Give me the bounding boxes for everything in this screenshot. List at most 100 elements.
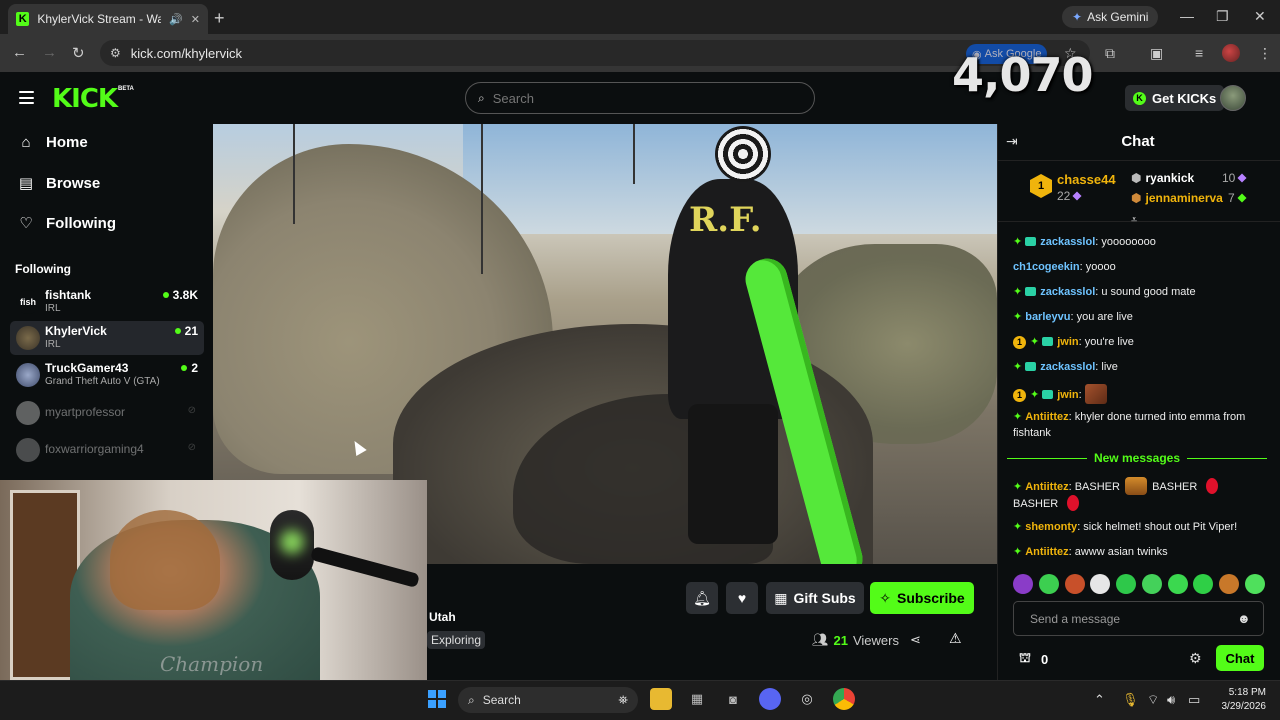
channel-points[interactable]: ⛫ 0 bbox=[1019, 650, 1048, 668]
chat-input-box[interactable] bbox=[1013, 601, 1264, 636]
leaderboard-second-name[interactable]: ⬢ ryankick bbox=[1131, 171, 1194, 185]
minimize-icon[interactable]: — bbox=[1180, 8, 1194, 24]
collapse-chat-icon[interactable]: ⇥ bbox=[1006, 133, 1018, 150]
quick-emote[interactable] bbox=[1244, 574, 1265, 594]
notification-bell-button[interactable]: 🔔︎ bbox=[686, 582, 718, 614]
discord-icon[interactable] bbox=[759, 688, 781, 710]
quick-emote[interactable] bbox=[1090, 574, 1111, 594]
expand-leaderboard-icon[interactable]: ⩡ bbox=[1131, 214, 1137, 227]
followed-channel-truckgamer43[interactable]: TruckGamer43 Grand Theft Auto V (GTA) 2 bbox=[10, 358, 204, 392]
video-fence-post bbox=[293, 124, 295, 224]
close-window-icon[interactable]: ✕ bbox=[1254, 8, 1266, 25]
leaderboard-third-name[interactable]: ⬢ jennaminerva bbox=[1131, 191, 1223, 205]
new-tab-button[interactable]: + bbox=[214, 8, 225, 29]
nav-home[interactable]: ⌂ Home bbox=[18, 134, 87, 151]
restore-icon[interactable]: ❐ bbox=[1216, 8, 1229, 25]
browser-menu-icon[interactable]: ⋮ bbox=[1258, 45, 1272, 62]
kick-logo[interactable]: KICK bbox=[52, 84, 118, 114]
og-badge-icon: ✦ bbox=[1013, 411, 1023, 423]
stream-category-tag[interactable]: Exploring bbox=[427, 631, 486, 649]
channel-avatar bbox=[16, 363, 40, 387]
user-avatar[interactable] bbox=[1220, 85, 1246, 111]
og-badge-icon: ✦ bbox=[1013, 311, 1023, 323]
browser-profile-avatar[interactable] bbox=[1222, 44, 1240, 62]
quick-emote[interactable] bbox=[1141, 574, 1162, 594]
new-messages-divider[interactable]: New messages bbox=[1007, 451, 1267, 465]
site-info-icon[interactable]: ⚙ bbox=[110, 46, 121, 60]
sub-badge-icon bbox=[1042, 390, 1054, 399]
obs-icon[interactable]: ◎ bbox=[796, 688, 818, 710]
back-icon[interactable]: ← bbox=[12, 44, 27, 61]
forward-icon[interactable]: → bbox=[42, 44, 57, 61]
followed-channel-myartprofessor[interactable]: myartprofessor ⊘ bbox=[10, 396, 204, 430]
calculator-icon[interactable]: ▦ bbox=[686, 688, 708, 710]
quick-emote-bar bbox=[1013, 574, 1265, 596]
site-search[interactable]: ⌕ bbox=[465, 82, 815, 114]
windows-taskbar bbox=[0, 680, 1280, 720]
viewer-count-label: Viewers bbox=[852, 632, 899, 648]
extensions-icon[interactable]: ⧉ bbox=[1105, 45, 1115, 62]
url-text: kick.com/khylervick bbox=[130, 45, 243, 61]
live-dot-icon bbox=[162, 292, 169, 298]
ask-gemini-button[interactable]: ✦ Ask Gemini bbox=[1062, 6, 1159, 28]
emoji-picker-icon[interactable]: ☻ bbox=[1237, 611, 1251, 626]
followed-channel-fishtank[interactable]: fish fishtank IRL 3.8K bbox=[10, 285, 204, 319]
reload-icon[interactable]: ↻ bbox=[72, 44, 85, 62]
nav-following[interactable]: ♡ Following bbox=[18, 214, 116, 233]
gift-subs-label: Gift Subs bbox=[793, 590, 856, 606]
leaderboard-first-name[interactable]: chasse44 bbox=[1057, 172, 1116, 187]
sidepanel-icon[interactable]: ▣ bbox=[1150, 45, 1163, 62]
tray-overflow-icon[interactable]: ⌃ bbox=[1094, 692, 1105, 708]
quick-emote[interactable] bbox=[1116, 574, 1137, 594]
hamburger-menu-icon[interactable] bbox=[19, 91, 34, 104]
quick-emote[interactable] bbox=[1167, 574, 1188, 594]
url-field[interactable]: ⚙ kick.com/khylervick bbox=[100, 40, 1090, 66]
channel-name: TruckGamer43 bbox=[45, 361, 129, 375]
quick-emote[interactable] bbox=[1219, 574, 1240, 594]
webcam-overlay: Champion bbox=[0, 480, 427, 680]
media-icon[interactable]: ≡ bbox=[1195, 45, 1203, 61]
subscribe-button[interactable]: ✧ Subscribe bbox=[870, 582, 974, 614]
taskbar-search-label: Search bbox=[482, 693, 521, 707]
chat-message: ✦ Antiittez: awww asian twinks bbox=[1013, 546, 1168, 558]
file-explorer-icon[interactable] bbox=[650, 688, 672, 710]
followed-channel-khylervick[interactable]: KhylerVick IRL 21 bbox=[10, 321, 204, 355]
system-clock[interactable]: 5:18 PM 3/29/2026 bbox=[1218, 686, 1267, 714]
quick-emote[interactable] bbox=[1193, 574, 1214, 594]
battery-icon[interactable]: ▭ bbox=[1188, 692, 1200, 708]
send-chat-button[interactable]: Chat bbox=[1216, 645, 1264, 671]
offline-icon: ⊘ bbox=[187, 442, 196, 453]
channel-viewers: 21 bbox=[174, 324, 198, 338]
browser-tab[interactable]: K KhylerVick Stream - Watch Live 🔊 ✕ bbox=[8, 4, 208, 34]
viewers-icon: 👥︎ bbox=[812, 632, 829, 647]
speaker-icon[interactable]: 🔊 bbox=[169, 13, 183, 26]
quick-emote[interactable] bbox=[1064, 574, 1085, 594]
get-kicks-button[interactable]: K Get KICKs bbox=[1125, 85, 1225, 111]
close-tab-icon[interactable]: ✕ bbox=[191, 13, 200, 26]
nav-browse[interactable]: ▤ Browse bbox=[18, 174, 100, 193]
taskbar-search[interactable]: ⌕ Search ⛯ bbox=[458, 687, 638, 713]
quick-emote[interactable] bbox=[1038, 574, 1059, 594]
volume-icon[interactable]: 🔊︎ bbox=[1167, 692, 1175, 708]
gift-subs-button[interactable]: ▦ Gift Subs bbox=[766, 582, 864, 614]
search-input[interactable] bbox=[492, 90, 773, 106]
windows-start-icon[interactable] bbox=[428, 690, 446, 708]
og-badge-icon: ✦ bbox=[1030, 336, 1040, 348]
video-fence-post bbox=[633, 124, 635, 184]
microphone-icon[interactable]: 🎙︎ bbox=[1122, 692, 1139, 708]
channel-avatar bbox=[16, 326, 40, 350]
gifter-badge-icon: 1 bbox=[1013, 336, 1026, 349]
search-highlight-icon: ⛯ bbox=[618, 692, 628, 707]
report-warning-icon[interactable]: ⚠ bbox=[949, 630, 962, 647]
chrome-icon[interactable] bbox=[833, 688, 855, 710]
share-icon[interactable]: ⋖ bbox=[910, 632, 921, 648]
followed-channel-foxwarriorgaming4[interactable]: foxwarriorgaming4 ⊘ bbox=[10, 433, 204, 467]
camera-icon[interactable]: ◙ bbox=[722, 688, 744, 710]
wifi-icon[interactable]: ⌔ bbox=[1147, 692, 1159, 708]
chat-settings-gear-icon[interactable]: ⚙ bbox=[1189, 650, 1202, 667]
follow-heart-button[interactable]: ♥ bbox=[726, 582, 758, 614]
viewer-count-overlay: 4,070 bbox=[952, 48, 1094, 102]
live-dot-icon bbox=[174, 328, 181, 334]
chat-message-input[interactable] bbox=[1030, 611, 1230, 626]
quick-emote[interactable] bbox=[1013, 574, 1033, 594]
